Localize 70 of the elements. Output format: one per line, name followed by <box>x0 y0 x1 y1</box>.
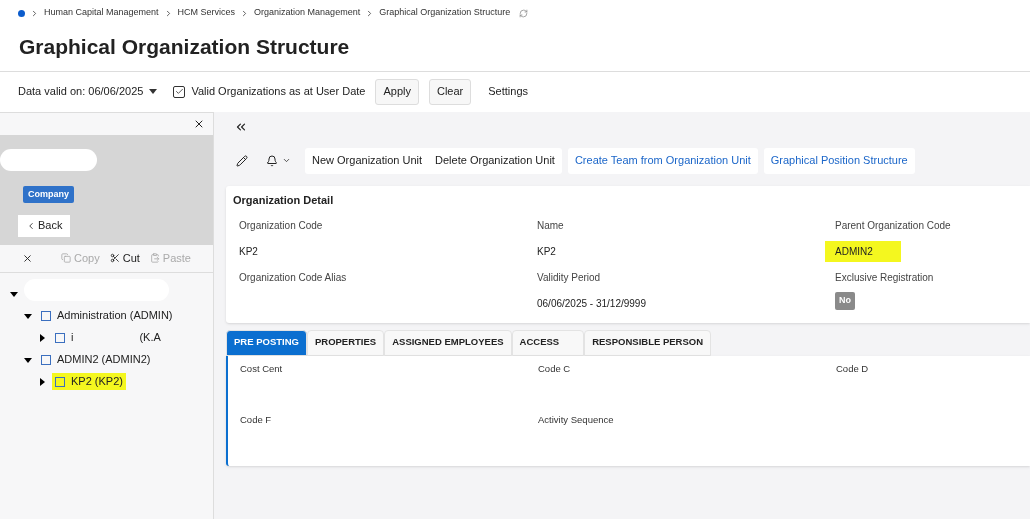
tree-item[interactable]: KP2 (KP2) <box>52 373 126 390</box>
collapsed-caret-icon[interactable] <box>38 333 46 342</box>
field-label: Organization Code <box>239 219 324 233</box>
field-value: 06/06/2025 - 31/12/9999 <box>537 297 646 311</box>
action-link[interactable]: Graphical Position Structure <box>763 147 915 174</box>
field-label: Organization Code Alias <box>239 271 348 285</box>
tree-item-label: KP2 (KP2) <box>71 374 123 390</box>
field-label: Parent Organization Code <box>835 219 952 233</box>
toolbar-button[interactable]: Settings <box>481 78 535 105</box>
checkbox[interactable] <box>41 310 51 321</box>
tree-item-label: ADMIN2 (ADMIN2) <box>57 352 151 368</box>
card-title: Organization Detail <box>233 192 335 208</box>
action-button[interactable]: Delete Organization Unit <box>435 152 555 169</box>
tab[interactable]: PRE POSTING <box>226 329 307 356</box>
caret-icon <box>149 89 158 94</box>
tab[interactable]: ACCESS <box>511 329 585 356</box>
check-icon <box>174 87 184 96</box>
bell-dropdown[interactable] <box>266 154 291 167</box>
expanded-caret-icon[interactable] <box>24 355 32 364</box>
collapsed-caret-icon[interactable] <box>38 377 46 386</box>
field-value: KP2 <box>537 245 556 259</box>
breadcrumb-link[interactable]: HCM Services <box>177 6 236 20</box>
checkbox[interactable] <box>55 332 65 343</box>
expanded-caret-icon[interactable] <box>24 311 32 320</box>
breadcrumb-link[interactable]: Organization Management <box>254 6 361 20</box>
expanded-caret-icon[interactable] <box>10 289 18 298</box>
field-value: KP2 <box>239 245 258 259</box>
field-label: Name <box>537 219 565 233</box>
action-button[interactable]: New Organization Unit <box>312 152 423 169</box>
tab[interactable]: ASSIGNED EMPLOYEES <box>384 329 512 356</box>
chevron-icon <box>30 8 39 18</box>
tree-item[interactable]: i (K.A <box>52 329 164 346</box>
copy-icon <box>61 253 72 263</box>
tree-item[interactable]: ADMIN2 (ADMIN2) <box>38 351 154 368</box>
tree-item-label: (K.A <box>139 330 161 346</box>
tab[interactable]: RESPONSIBLE PERSON <box>584 329 712 356</box>
field-label: Cost Cent <box>240 362 283 374</box>
field-label: Exclusive Registration <box>835 271 935 285</box>
page-title: Graphical Organization Structure <box>19 34 351 60</box>
checkbox[interactable] <box>41 354 51 365</box>
chevron-down-icon <box>282 156 291 165</box>
checkbox-label: Valid Organizations as at User Date <box>191 84 366 100</box>
checkbox[interactable] <box>173 85 186 98</box>
date-dropdown[interactable]: Data valid on: 06/06/2025 <box>18 83 158 100</box>
field-label: Code D <box>836 362 869 374</box>
field-label: Code C <box>538 362 571 374</box>
toolbar-button[interactable]: Apply <box>375 78 419 105</box>
chevron-left-icon <box>26 220 36 231</box>
breadcrumb-link[interactable]: Graphical Organization Structure <box>379 6 511 20</box>
action-link[interactable]: Create Team from Organization Unit <box>567 147 758 174</box>
pencil-icon[interactable] <box>236 154 248 167</box>
bell-icon <box>266 154 278 167</box>
field-value: ADMIN2 <box>825 241 901 262</box>
company-badge: Company <box>23 185 74 203</box>
close-icon[interactable] <box>22 252 33 264</box>
back-button[interactable]: Back <box>18 214 71 237</box>
breadcrumb-link[interactable]: Human Capital Management <box>44 6 159 20</box>
tab[interactable]: PROPERTIES <box>306 329 385 356</box>
scissors-icon <box>109 253 120 263</box>
field-label: Code F <box>240 413 272 425</box>
toolbar-button[interactable]: Clear <box>428 78 472 105</box>
checkbox[interactable] <box>55 376 65 387</box>
toolbar-action[interactable]: Cut <box>109 249 140 267</box>
tree-item[interactable]: Administration (ADMIN) <box>38 307 176 324</box>
paste-icon <box>149 253 160 263</box>
tree-item-label: Administration (ADMIN) <box>57 308 173 324</box>
value-badge: No <box>835 292 855 310</box>
tree-item-label: i <box>71 330 74 346</box>
field-label: Activity Sequence <box>538 413 614 425</box>
field-label: Validity Period <box>537 271 602 285</box>
